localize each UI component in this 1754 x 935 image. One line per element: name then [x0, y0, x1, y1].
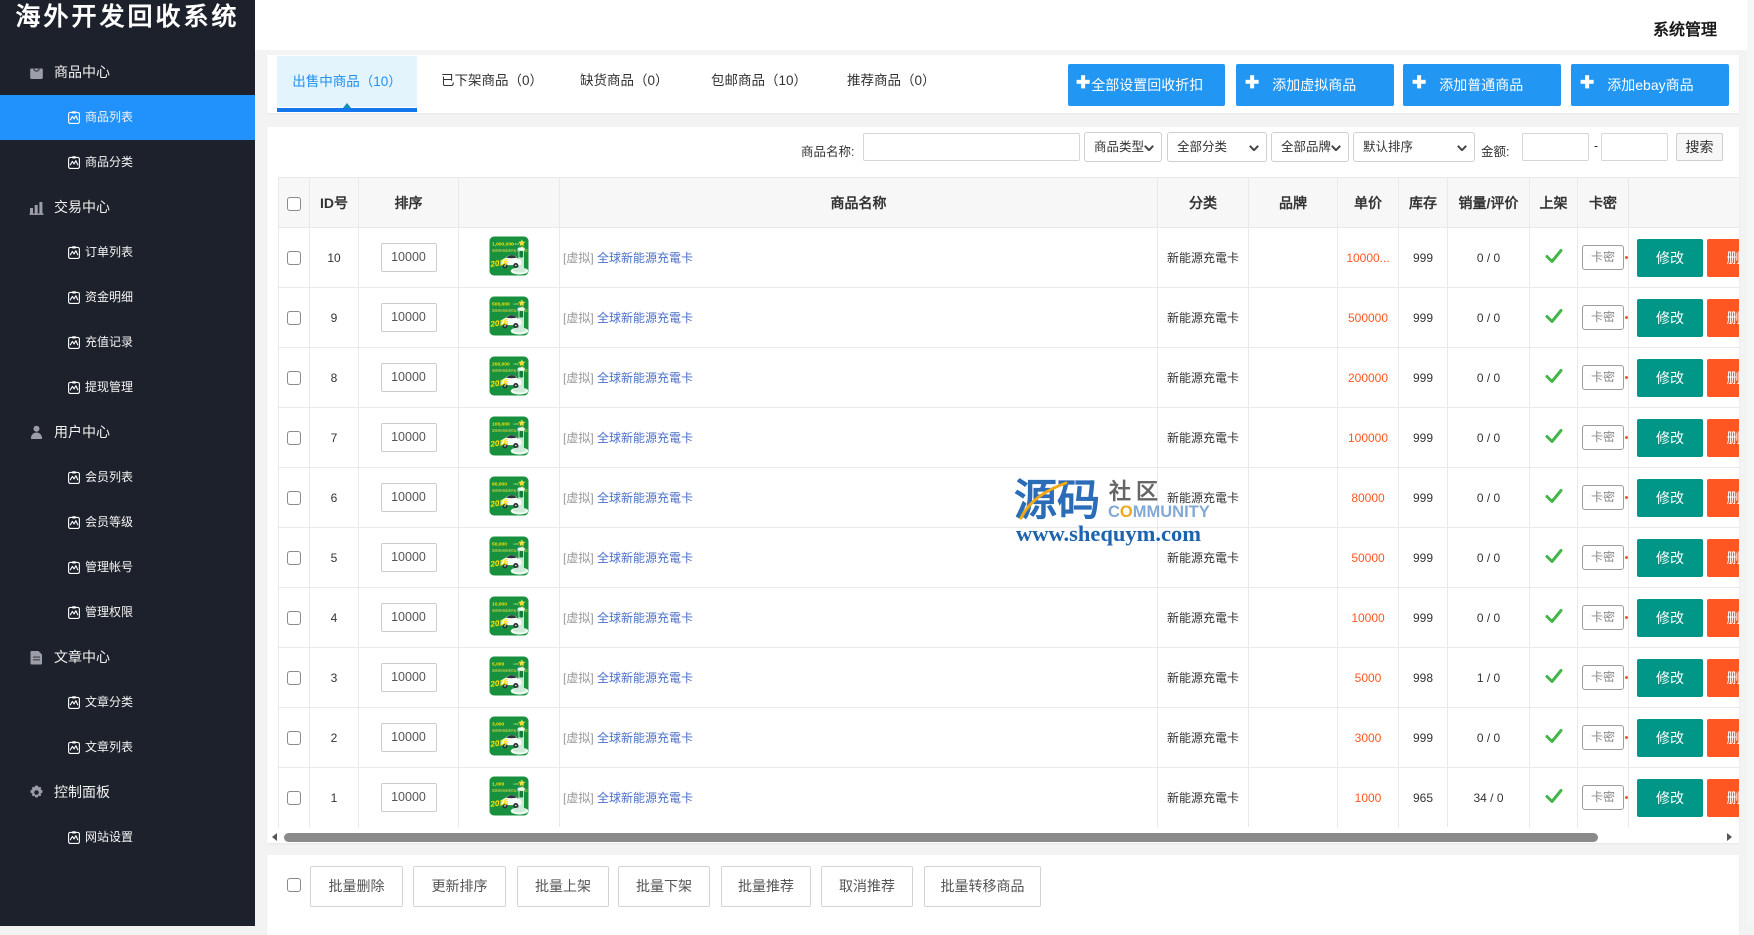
svg-text:1,000,000: 1,000,000 — [492, 242, 514, 248]
svg-text:HKD: HKD — [514, 302, 520, 306]
svg-text:HKD: HKD — [514, 482, 520, 486]
svg-text:500,000: 500,000 — [492, 302, 510, 308]
svg-text:200,000: 200,000 — [492, 362, 510, 368]
svg-text:社区: 社区 — [1109, 479, 1163, 504]
svg-text:HKD: HKD — [514, 542, 520, 546]
svg-text:COMMUNITY: COMMUNITY — [1108, 503, 1210, 521]
svg-text:HKD: HKD — [514, 602, 520, 606]
svg-text:50,000: 50,000 — [492, 542, 507, 548]
svg-text:10,000: 10,000 — [492, 602, 507, 608]
svg-text:80,000: 80,000 — [492, 482, 507, 488]
svg-text:HKD: HKD — [514, 422, 520, 426]
svg-text:HKD: HKD — [514, 362, 520, 366]
svg-text:1,000: 1,000 — [492, 782, 505, 788]
svg-text:100,000: 100,000 — [492, 422, 510, 428]
svg-text:5,000: 5,000 — [492, 662, 505, 668]
svg-text:HKD: HKD — [514, 722, 520, 726]
svg-text:3,000: 3,000 — [492, 722, 505, 728]
svg-text:HKD: HKD — [514, 242, 520, 246]
svg-text:HKD: HKD — [514, 782, 520, 786]
svg-text:HKD: HKD — [514, 662, 520, 666]
svg-text:源码: 源码 — [1014, 477, 1100, 525]
